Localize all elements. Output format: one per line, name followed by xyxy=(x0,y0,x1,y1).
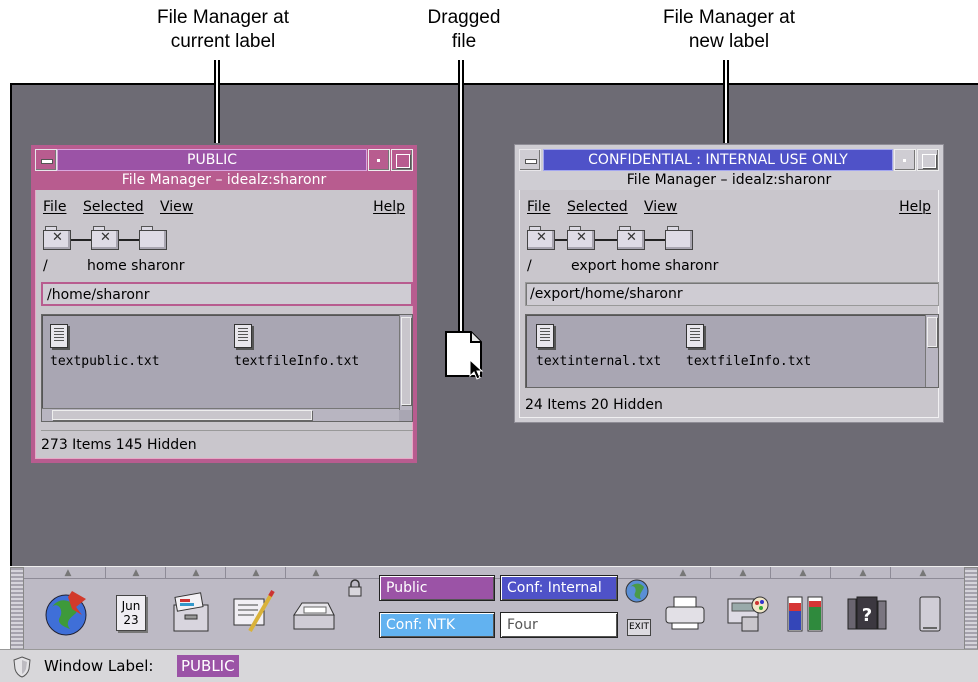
title-bar[interactable]: PUBLIC xyxy=(35,149,413,171)
file-manager-confidential-window[interactable]: CONFIDENTIAL : INTERNAL USE ONLY File Ma… xyxy=(515,145,943,422)
vertical-scrollbar[interactable] xyxy=(399,315,412,410)
menu-bar: File Selected View Help xyxy=(527,196,931,218)
callout-current-label: File Manager at current label xyxy=(156,7,289,52)
window-menu-button[interactable] xyxy=(35,149,57,171)
window-menu-button[interactable] xyxy=(519,149,541,171)
menu-selected[interactable]: Selected xyxy=(567,196,628,218)
horizontal-scrollbar[interactable] xyxy=(42,408,399,421)
text-file-icon xyxy=(686,324,704,348)
window-label-bar: Window Label: PUBLIC xyxy=(0,649,978,682)
path-input[interactable]: /home/sharonr xyxy=(41,282,413,306)
folder-home-icon[interactable]: ✕ xyxy=(91,226,119,250)
file-item[interactable]: textfileInfo.txt xyxy=(234,324,359,369)
file-list[interactable]: textpublic.txt textfileInfo.txt xyxy=(41,314,413,422)
workspace-ntk-button[interactable]: Conf: NTK xyxy=(379,612,495,638)
menu-selected[interactable]: Selected xyxy=(83,196,144,218)
status-text: 24 Items 20 Hidden xyxy=(525,397,663,413)
text-file-icon xyxy=(536,324,554,348)
menu-view[interactable]: View xyxy=(644,196,677,218)
callout-dragged-file: Dragged file xyxy=(427,7,501,52)
dragged-file-icon[interactable] xyxy=(443,330,485,380)
folder-home-icon[interactable]: ✕ xyxy=(617,226,645,250)
folder-sharonr-icon[interactable] xyxy=(665,226,693,250)
lock-icon[interactable] xyxy=(348,579,362,597)
folder-root-icon[interactable]: ✕ xyxy=(527,226,555,250)
menu-view[interactable]: View xyxy=(160,196,193,218)
globe-icon[interactable] xyxy=(42,585,92,639)
earth-icon[interactable] xyxy=(625,579,649,603)
printer-icon[interactable] xyxy=(660,585,710,639)
minimize-button[interactable] xyxy=(368,149,390,171)
callout-leader-right xyxy=(723,60,729,143)
workspace-internal-button[interactable]: Conf: Internal xyxy=(500,575,618,601)
title-bar[interactable]: CONFIDENTIAL : INTERNAL USE ONLY xyxy=(519,149,939,171)
window-title: File Manager – idealz:sharonr xyxy=(35,171,413,190)
file-item[interactable]: textinternal.txt xyxy=(536,324,661,369)
mailbox-icon[interactable] xyxy=(288,585,338,639)
minimize-button[interactable] xyxy=(894,149,916,171)
file-cabinet-icon[interactable] xyxy=(166,585,216,639)
panel-handle-left[interactable] xyxy=(10,567,24,650)
file-manager-public-window[interactable]: PUBLIC File Manager – idealz:sharonr Fil… xyxy=(31,145,417,463)
menu-help[interactable]: Help xyxy=(899,196,931,218)
panel-handle-right[interactable] xyxy=(964,567,978,650)
maximize-button[interactable] xyxy=(917,149,939,171)
shield-icon xyxy=(13,656,31,678)
help-books-icon[interactable]: ? xyxy=(842,585,892,639)
calendar-icon[interactable]: Jun 23 xyxy=(110,585,160,639)
menu-file[interactable]: File xyxy=(43,196,66,218)
menu-file[interactable]: File xyxy=(527,196,550,218)
svg-text:?: ? xyxy=(862,605,872,626)
front-panel: ▲ ▲ ▲ ▲ ▲ ▲ ▲ ▲ ▲ ▲ Jun 23 Public Conf: … xyxy=(10,566,978,650)
text-file-icon xyxy=(50,324,68,348)
menu-help[interactable]: Help xyxy=(373,196,405,218)
callout-leader-left xyxy=(214,60,220,143)
text-file-icon xyxy=(234,324,252,348)
menu-bar: File Selected View Help xyxy=(43,196,405,218)
window-label-caption: Window Label: xyxy=(44,657,154,675)
window-label-confidential: CONFIDENTIAL : INTERNAL USE ONLY xyxy=(543,149,893,171)
file-item[interactable]: textfileInfo.txt xyxy=(686,324,811,369)
trash-icon[interactable] xyxy=(904,585,954,639)
status-text: 273 Items 145 Hidden xyxy=(41,430,413,455)
folder-sharonr-icon[interactable] xyxy=(139,226,167,250)
workspace-four-button[interactable]: Four xyxy=(500,612,618,638)
folder-root-icon[interactable]: ✕ xyxy=(43,226,71,250)
file-item[interactable]: textpublic.txt xyxy=(50,324,160,369)
folder-export-icon[interactable]: ✕ xyxy=(567,226,595,250)
vertical-scrollbar[interactable] xyxy=(925,315,938,387)
window-label-value: PUBLIC xyxy=(177,655,239,677)
file-list[interactable]: textinternal.txt textfileInfo.txt xyxy=(525,314,939,388)
path-input[interactable]: /export/home/sharonr xyxy=(525,282,939,306)
style-manager-icon[interactable] xyxy=(722,585,772,639)
window-title: File Manager – idealz:sharonr xyxy=(519,171,939,190)
desktop: PUBLIC File Manager – idealz:sharonr Fil… xyxy=(10,83,978,649)
text-editor-icon[interactable] xyxy=(228,585,278,639)
exit-button[interactable]: EXIT xyxy=(627,619,651,636)
workspace-public-button[interactable]: Public xyxy=(379,575,495,601)
callout-new-label: File Manager at new label xyxy=(662,7,795,52)
maximize-button[interactable] xyxy=(391,149,413,171)
performance-meter-icon[interactable] xyxy=(782,585,832,639)
window-label-public: PUBLIC xyxy=(57,149,367,171)
callout-leader-middle xyxy=(458,60,464,336)
